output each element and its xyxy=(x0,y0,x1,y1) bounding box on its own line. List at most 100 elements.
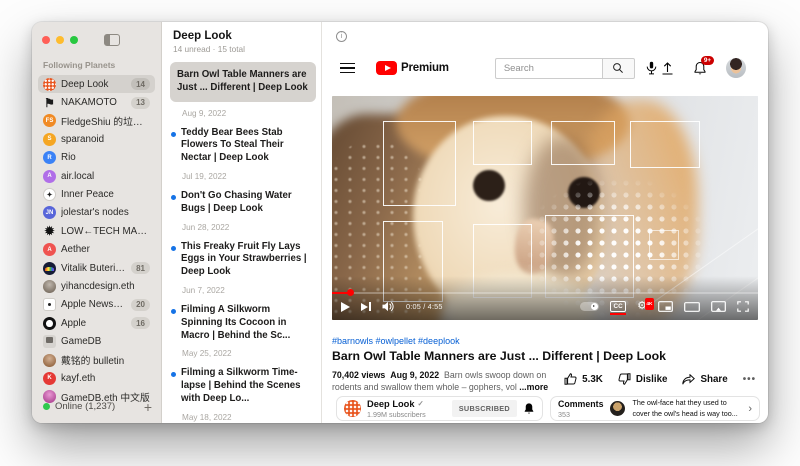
planet-icon xyxy=(43,335,56,348)
titlebar xyxy=(38,32,155,48)
article-list-item[interactable]: Filming a Silkworm Time-lapse | Behind t… xyxy=(162,363,321,423)
play-button[interactable] xyxy=(341,302,350,312)
planet-name: Vitalik Buterin's we... xyxy=(61,263,126,274)
planet-name: yihancdesign.eth xyxy=(61,281,150,292)
upload-button[interactable] xyxy=(661,61,674,75)
article-content-pane: i Premium xyxy=(322,22,768,423)
minimize-window-button[interactable] xyxy=(56,36,64,44)
volume-icon[interactable] xyxy=(382,301,395,312)
autoplay-toggle[interactable] xyxy=(580,302,599,311)
sidebar-item-planet[interactable]: GameDB xyxy=(38,332,155,350)
unread-dot-icon xyxy=(171,132,176,137)
planet-icon xyxy=(43,262,56,275)
article-title: Barn Owl Table Manners are Just ... Diff… xyxy=(170,62,316,102)
sidebar-item-planet[interactable]: K kayf.eth xyxy=(38,369,155,387)
search-button[interactable] xyxy=(602,58,635,79)
like-button[interactable]: 5.3K xyxy=(564,373,603,385)
sidebar-item-planet[interactable]: Apple Newsroom 20 xyxy=(38,296,155,314)
menu-icon[interactable] xyxy=(340,67,355,69)
youtube-premium-logo[interactable]: Premium xyxy=(376,61,449,75)
planet-icon: JN xyxy=(43,206,56,219)
sidebar-item-planet[interactable]: S sparanoid xyxy=(38,130,155,148)
sidebar-item-planet[interactable]: JN jolestar's nodes xyxy=(38,204,155,222)
notifications-button[interactable]: 9+ xyxy=(693,61,707,76)
article-list-item[interactable]: Barn Owl Table Manners are Just ... Diff… xyxy=(162,61,321,123)
article-list-item[interactable]: Filming A Silkworm Spinning Its Cocoon i… xyxy=(162,300,321,363)
article-title: This Freaky Fruit Fly Lays Eggs in Your … xyxy=(181,241,313,279)
planet-icon: A xyxy=(43,170,56,183)
planet-icon: S xyxy=(43,133,56,146)
upload-icon xyxy=(661,61,674,75)
commenter-avatar xyxy=(610,401,625,416)
channel-avatar[interactable] xyxy=(344,400,361,417)
sidebar-toggle-icon[interactable] xyxy=(104,34,120,46)
sidebar-item-planet[interactable]: Apple 16 xyxy=(38,314,155,332)
miniplayer-icon[interactable] xyxy=(658,301,673,312)
unread-dot-icon xyxy=(171,309,176,314)
planet-name: Rio xyxy=(61,152,150,163)
sidebar-item-planet[interactable]: ⚑ NAKAMOTO 13 xyxy=(38,93,155,111)
article-list-pane: Deep Look 14 unread · 15 total Barn Owl … xyxy=(162,22,322,423)
planet-name: LOW←TECH MAGAZINE xyxy=(61,226,150,237)
sidebar-footer: Online (1,237) + xyxy=(43,401,152,412)
video-stats: 70,402 views Aug 9, 2022 Barn owls swoop… xyxy=(332,369,568,394)
like-count: 5.3K xyxy=(582,374,603,385)
planet-icon: ✹ xyxy=(43,225,56,238)
article-list: Barn Owl Table Manners are Just ... Diff… xyxy=(162,61,321,423)
play-on-tv-icon[interactable] xyxy=(711,301,726,312)
article-list-item[interactable]: This Freaky Fruit Fly Lays Eggs in Your … xyxy=(162,237,321,300)
title-frame-overlay xyxy=(383,121,455,206)
dislike-button[interactable]: Dislike xyxy=(618,373,668,385)
video-title: Barn Owl Table Manners are Just ... Diff… xyxy=(332,349,666,363)
sidebar-item-planet[interactable]: Deep Look 14 xyxy=(38,75,155,93)
video-progress-bar[interactable] xyxy=(332,292,758,295)
video-player[interactable]: 0:05 / 4:55 CC ⚙4K xyxy=(332,96,758,320)
show-more-link[interactable]: ...more xyxy=(519,382,548,392)
account-avatar[interactable] xyxy=(726,58,746,78)
video-actions: 5.3K Dislike Share ••• xyxy=(564,373,756,385)
sidebar-item-planet[interactable]: yihancdesign.eth xyxy=(38,277,155,295)
sidebar-item-planet[interactable]: A Aether xyxy=(38,241,155,259)
channel-name[interactable]: Deep Look xyxy=(367,399,415,409)
zoom-window-button[interactable] xyxy=(70,36,78,44)
planet-icon xyxy=(43,298,56,311)
sidebar-item-planet[interactable]: ✹ LOW←TECH MAGAZINE xyxy=(38,222,155,240)
sidebar-item-planet[interactable]: FS FledgeShiu 的垃圾堆 xyxy=(38,112,155,130)
notification-bell-icon[interactable] xyxy=(523,402,535,415)
next-button[interactable] xyxy=(361,302,371,311)
more-actions-button[interactable]: ••• xyxy=(743,374,756,385)
youtube-header: Premium 9+ xyxy=(322,50,768,86)
planet-name: air.local xyxy=(61,171,150,182)
close-window-button[interactable] xyxy=(42,36,50,44)
video-hashtags[interactable]: #barnowls #owlpellet #deeplook xyxy=(332,336,460,346)
planet-app-window: Following Planets Deep Look 14 ⚑ NAKAMOT… xyxy=(32,22,768,423)
share-icon xyxy=(682,374,695,385)
info-icon[interactable]: i xyxy=(336,31,347,42)
search-input[interactable] xyxy=(495,58,602,79)
planet-name: Apple xyxy=(61,318,126,329)
theater-mode-icon[interactable] xyxy=(684,302,700,312)
voice-search-button[interactable] xyxy=(646,61,657,75)
add-planet-button[interactable]: + xyxy=(144,402,152,412)
channel-card: Deep Look ✓ 1.99M subscribers SUBSCRIBED xyxy=(336,396,543,421)
sidebar-item-planet[interactable]: Vitalik Buterin's we... 81 xyxy=(38,259,155,277)
share-button[interactable]: Share xyxy=(682,374,727,385)
sidebar-item-planet[interactable]: A air.local xyxy=(38,167,155,185)
captions-button[interactable]: CC xyxy=(610,301,626,312)
subscribed-button[interactable]: SUBSCRIBED xyxy=(452,400,517,417)
comments-card[interactable]: Comments 353 The owl-face hat they used … xyxy=(550,396,760,421)
publish-date: Aug 9, 2022 xyxy=(390,370,439,380)
planet-name: FledgeShiu 的垃圾堆 xyxy=(61,114,150,128)
fullscreen-icon[interactable] xyxy=(737,301,749,312)
article-date: Jun 28, 2022 xyxy=(182,223,313,232)
planet-name: jolestar's nodes xyxy=(61,207,150,218)
sidebar-item-planet[interactable]: R Rio xyxy=(38,149,155,167)
dislike-label: Dislike xyxy=(636,374,668,385)
article-list-item[interactable]: Don't Go Chasing Water Bugs | Deep Look … xyxy=(162,186,321,237)
article-list-item[interactable]: Teddy Bear Bees Stab Flowers To Steal Th… xyxy=(162,123,321,186)
planet-icon: K xyxy=(43,372,56,385)
settings-button[interactable]: ⚙4K xyxy=(637,301,647,312)
unread-dot-icon xyxy=(171,246,176,251)
sidebar-item-planet[interactable]: 戴铭的 bulletin xyxy=(38,351,155,369)
sidebar-item-planet[interactable]: ✦ Inner Peace xyxy=(38,185,155,203)
